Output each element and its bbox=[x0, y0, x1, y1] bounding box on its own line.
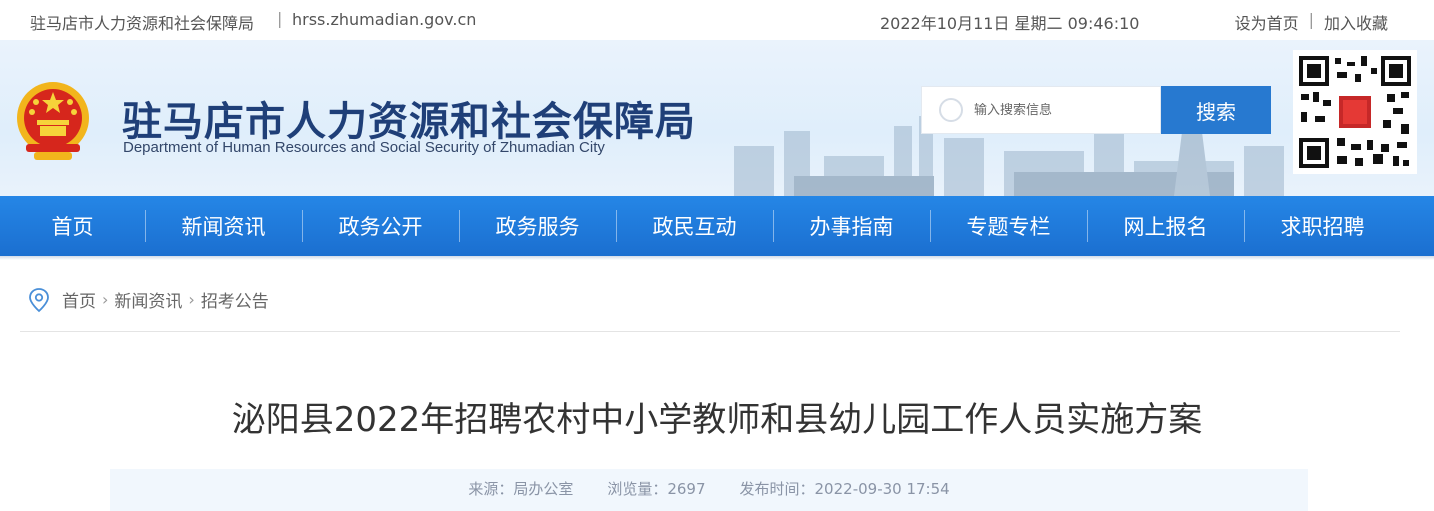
article-source: 来源：局办公室 bbox=[468, 480, 574, 498]
top-datetime: 2022年10月11日 星期二 09:46:10 bbox=[880, 14, 1140, 33]
top-bar: 驻马店市人力资源和社会保障局 | hrss.zhumadian.gov.cn 2… bbox=[0, 0, 1434, 40]
top-links: 设为首页 | 加入收藏 bbox=[1235, 10, 1388, 34]
nav-item-interaction[interactable]: 政民互动 bbox=[616, 196, 773, 256]
top-domain: hrss.zhumadian.gov.cn bbox=[292, 10, 477, 29]
site-title-english: Department of Human Resources and Social… bbox=[123, 139, 605, 156]
breadcrumb: 首页 › 新闻资讯 › 招考公告 bbox=[20, 278, 1400, 332]
top-site-name: 驻马店市人力资源和社会保障局 bbox=[30, 14, 255, 33]
nav-item-guide[interactable]: 办事指南 bbox=[773, 196, 930, 256]
site-header: 驻马店市人力资源和社会保障局 Department of Human Resou… bbox=[0, 40, 1434, 196]
breadcrumb-separator: › bbox=[102, 290, 109, 309]
search-input[interactable] bbox=[974, 102, 1144, 118]
search-button[interactable]: 搜索 bbox=[1161, 86, 1271, 134]
breadcrumb-news[interactable]: 新闻资讯 bbox=[114, 287, 182, 312]
nav-item-government-services[interactable]: 政务服务 bbox=[459, 196, 616, 256]
nav-item-online-registration[interactable]: 网上报名 bbox=[1087, 196, 1244, 256]
nav-item-news[interactable]: 新闻资讯 bbox=[145, 196, 302, 256]
nav-shadow bbox=[0, 256, 1434, 260]
article-meta: 来源：局办公室 浏览量：2697 发布时间：2022-09-30 17:54 bbox=[110, 469, 1308, 511]
nav-item-jobs[interactable]: 求职招聘 bbox=[1244, 196, 1401, 256]
top-separator: | bbox=[277, 9, 283, 28]
breadcrumb-separator: › bbox=[188, 290, 195, 309]
nav-item-special-topics[interactable]: 专题专栏 bbox=[930, 196, 1087, 256]
search-icon bbox=[939, 98, 963, 122]
qr-code-icon bbox=[1293, 50, 1417, 174]
add-bookmark-link[interactable]: 加入收藏 bbox=[1324, 10, 1388, 34]
article-publish-time: 发布时间：2022-09-30 17:54 bbox=[739, 480, 950, 498]
article-title: 泌阳县2022年招聘农村中小学教师和县幼儿园工作人员实施方案 bbox=[231, 400, 1203, 440]
location-pin-icon bbox=[29, 287, 49, 312]
top-links-separator: | bbox=[1308, 10, 1314, 29]
nav-item-government-affairs[interactable]: 政务公开 bbox=[302, 196, 459, 256]
set-homepage-link[interactable]: 设为首页 bbox=[1235, 10, 1299, 34]
main-nav: 首页 新闻资讯 政务公开 政务服务 政民互动 办事指南 专题专栏 网上报名 求职… bbox=[0, 196, 1434, 256]
nav-item-home[interactable]: 首页 bbox=[0, 196, 145, 256]
breadcrumb-exam-notices[interactable]: 招考公告 bbox=[201, 287, 269, 312]
breadcrumb-home[interactable]: 首页 bbox=[62, 287, 96, 312]
national-emblem-icon bbox=[17, 82, 89, 160]
article-views: 浏览量：2697 bbox=[607, 480, 706, 498]
search-box bbox=[921, 86, 1161, 134]
